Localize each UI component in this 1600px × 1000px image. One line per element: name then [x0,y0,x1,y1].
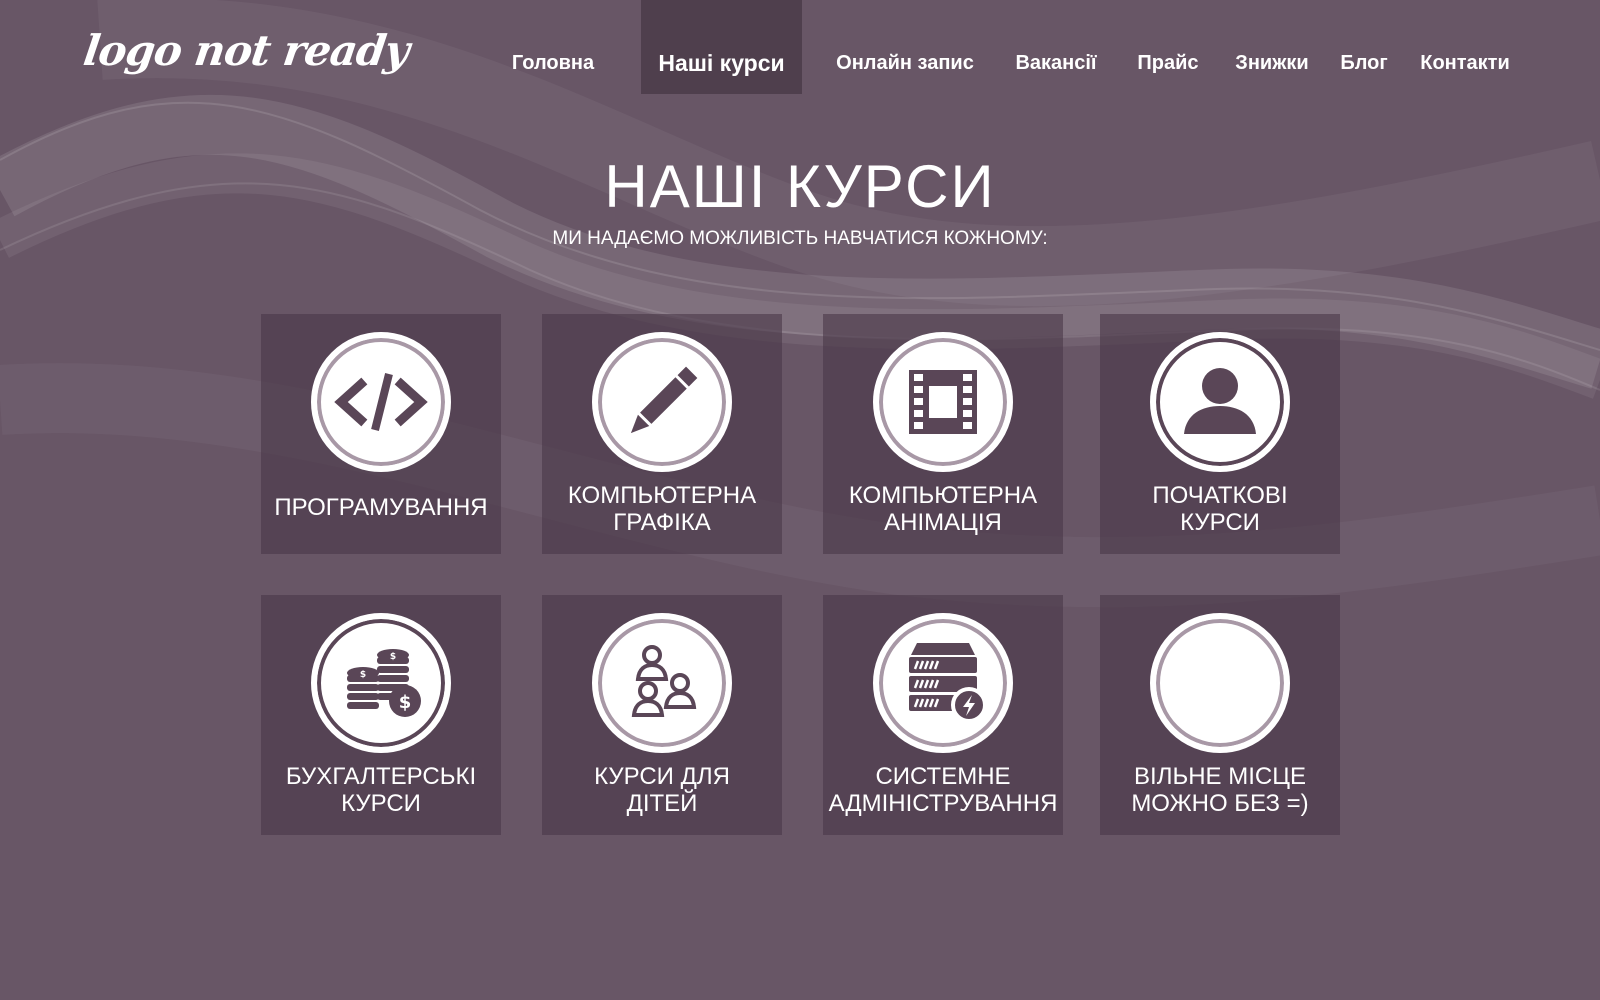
course-tile-kids[interactable]: КУРСИ ДЛЯ ДІТЕЙ [542,595,782,835]
user-icon [1184,368,1256,434]
icon-circle [592,332,732,472]
nav-item-prices[interactable]: Прайс [1128,0,1208,94]
course-label: КОМПЬЮТЕРНА АНІМАЦІЯ [848,482,1038,536]
course-tile-graphics[interactable]: КОМПЬЮТЕРНА ГРАФІКА [542,314,782,554]
page-subtitle: МИ НАДАЄМО МОЖЛИВІСТЬ НАВЧАТИСЯ КОЖНОМУ: [552,228,1048,249]
course-label: СИСТЕМНЕ АДМІНІСТРУВАННЯ [828,763,1058,817]
course-label: ПОЧАТКОВІ КУРСИ [1152,482,1288,536]
course-label: ВІЛЬНЕ МІСЦЕ МОЖНО БЕЗ =) [1131,763,1309,817]
course-tile-beginner[interactable]: ПОЧАТКОВІ КУРСИ [1100,314,1340,554]
course-label: ПРОГРАМУВАННЯ [274,494,488,521]
svg-text:$: $ [390,652,396,662]
course-tile-accounting[interactable]: $ $ $ БУХГАЛТЕРСЬКІ КУРСИ [261,595,501,835]
icon-circle [1150,332,1290,472]
course-tile-sysadmin[interactable]: СИСТЕМНЕ АДМІНІСТРУВАННЯ [823,595,1063,835]
nav-item-vacancies[interactable]: Вакансії [1006,0,1106,94]
background-waves [0,0,1600,608]
svg-text:$: $ [399,692,412,713]
film-icon [909,370,977,434]
icon-circle [873,332,1013,472]
nav-item-courses[interactable]: Наші курси [641,0,802,94]
course-tile-animation[interactable]: КОМПЬЮТЕРНА АНІМАЦІЯ [823,314,1063,554]
server-icon [909,643,987,723]
icon-circle [311,332,451,472]
group-icon [631,645,697,717]
icon-circle: $ $ $ [311,613,451,753]
course-label: БУХГАЛТЕРСЬКІ КУРСИ [285,763,477,817]
nav-item-online-signup[interactable]: Онлайн запис [830,0,980,94]
coins-icon: $ $ $ [347,649,421,717]
course-tile-programming[interactable]: ПРОГРАМУВАННЯ [261,314,501,554]
nav-item-home[interactable]: Головна [498,0,608,94]
code-icon [334,373,428,431]
course-label: КУРСИ ДЛЯ ДІТЕЙ [594,763,730,817]
page-title: НАШІ КУРСИ [604,153,996,220]
icon-circle [592,613,732,753]
nav-item-contacts[interactable]: Контакти [1412,0,1518,94]
course-label: КОМПЬЮТЕРНА ГРАФІКА [567,482,757,536]
nav-item-blog[interactable]: Блог [1332,0,1396,94]
nav-item-discounts[interactable]: Знижки [1228,0,1316,94]
svg-text:$: $ [360,670,366,680]
course-tile-free-slot[interactable]: ВІЛЬНЕ МІСЦЕ МОЖНО БЕЗ =) [1100,595,1340,835]
icon-circle [873,613,1013,753]
pencil-icon [630,366,698,434]
empty-circle-icon [1150,613,1290,753]
main-nav: Головна Наші курси Онлайн запис Вакансії… [0,0,1600,94]
